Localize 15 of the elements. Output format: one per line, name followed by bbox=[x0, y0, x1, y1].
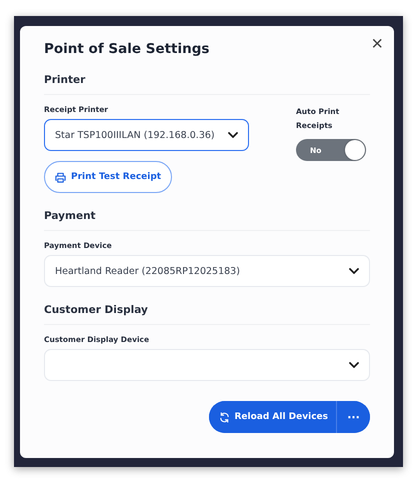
section-heading: Payment bbox=[44, 210, 370, 231]
section-heading: Printer bbox=[44, 74, 370, 95]
reload-all-devices-button[interactable]: Reload All Devices bbox=[209, 401, 337, 433]
chevron-down-icon bbox=[349, 268, 359, 274]
print-test-receipt-button[interactable]: Print Test Receipt bbox=[44, 161, 172, 193]
close-button[interactable]: × bbox=[371, 36, 383, 52]
dialog-title: Point of Sale Settings bbox=[44, 40, 210, 57]
chevron-down-icon bbox=[349, 362, 359, 368]
printer-icon bbox=[55, 172, 66, 182]
refresh-icon bbox=[219, 412, 230, 422]
section-heading: Customer Display bbox=[44, 304, 370, 325]
dropdown-field[interactable]: Heartland Reader (22085RP12025183) bbox=[44, 255, 370, 287]
chevron-down-icon bbox=[228, 132, 238, 138]
dropdown-field[interactable] bbox=[44, 349, 370, 381]
dropdown-field[interactable]: Star TSP100IIILAN (192.168.0.36) bbox=[44, 119, 249, 151]
